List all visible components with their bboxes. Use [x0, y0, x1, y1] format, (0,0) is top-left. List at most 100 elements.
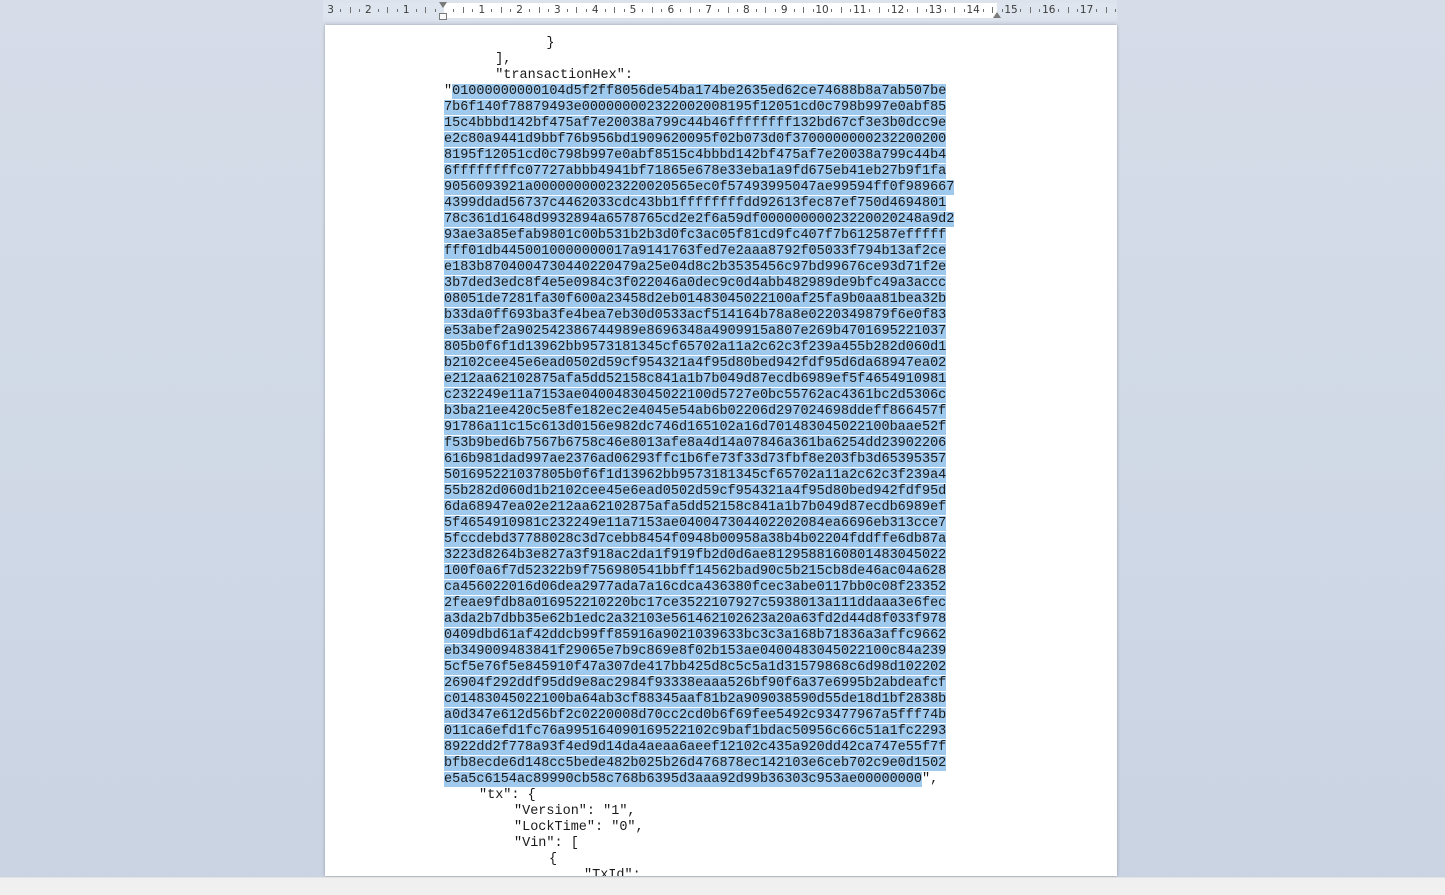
selected-hex-text[interactable]: 26904f292ddf95dd9e8ac2984f93338eaaa526bf…	[444, 676, 947, 691]
selected-hex-text[interactable]: 78c361d1648d9932894a6578765cd2e2f6a59df0…	[444, 212, 955, 227]
ruler-tick	[917, 7, 918, 13]
json-line-text: ],	[479, 52, 512, 67]
ruler-number: 14	[966, 4, 980, 16]
json-line: {	[444, 852, 954, 868]
document-page[interactable]: } ], "transactionHex": "01000000000104d5f…	[325, 25, 1117, 876]
selected-hex-text[interactable]: 3b7ded3edc8f4e5e0984c3f022046a0dec9c0d4a…	[444, 276, 947, 291]
ruler-tick	[416, 9, 417, 12]
ruler-tick	[1020, 9, 1021, 12]
selected-hex-text[interactable]: 011ca6efd1fc76a995164090169522102c9baf1b…	[444, 724, 947, 739]
json-line: "tx": {	[444, 788, 954, 804]
selected-hex-text[interactable]: a0d347e612d56bf2c0220008d70cc2cd0b6f69fe…	[444, 708, 947, 723]
ruler-number: 1	[478, 4, 486, 16]
transaction-hex-line: 9056093921a00000000023220020565ec0f57493…	[444, 180, 955, 196]
selected-hex-text[interactable]: 5f4654910981c232249e11a7153ae04004730440…	[444, 516, 947, 531]
selected-hex-text[interactable]: b2102cee45e6ead0502d59cf954321a4f95d80be…	[444, 356, 947, 371]
selected-hex-text[interactable]: 91786a11c15c613d0156e982dc746d165102a16d…	[444, 420, 947, 435]
selected-hex-text[interactable]: 9056093921a00000000023220020565ec0f57493…	[444, 180, 955, 195]
selected-hex-text[interactable]: e2c80a9441d9bbf76b956bd1909620095f02b073…	[444, 132, 947, 147]
ruler-tick	[983, 9, 984, 12]
selected-hex-text[interactable]: c232249e11a7153ae0400483045022100d5727e0…	[444, 388, 947, 403]
transaction-hex-line: 805b0f6f1d13962bb9573181345cf65702a11a2c…	[444, 340, 954, 356]
horizontal-ruler[interactable]: 3 2 1 1 2 3 4 5 6 7 8 9 10 11 12 13 14 15 16 17	[323, 0, 1117, 21]
selected-hex-text[interactable]: 2feae9fdb8a016952210220bc17ce3522107927c…	[444, 596, 947, 611]
selected-hex-text[interactable]: b33da0ff693ba3fe4bea7eb30d0533acf514164b…	[444, 308, 947, 323]
selected-hex-text[interactable]: 3223d8264b3e827a3f918ac2da1f919fb2d0d6ae…	[444, 548, 947, 563]
ruler-tick	[690, 7, 691, 13]
selected-hex-text[interactable]: 15c4bbbd142bf475af7e20038a799c44b46fffff…	[444, 116, 947, 131]
selected-hex-text[interactable]: 8195f12051cd0c798b997e0abf8515c4bbbd142b…	[444, 148, 947, 163]
first-line-indent-marker[interactable]	[439, 2, 447, 8]
selected-hex-text[interactable]: 616b981dad997ae2376ad06293ffc1b6fe73f33d…	[444, 452, 947, 467]
transaction-hex-line: 100f0a6f7d52322b9f756980541bbff14562bad9…	[444, 564, 954, 580]
status-bar	[0, 877, 1445, 895]
selected-hex-text[interactable]: 5cf5e76f5e845910f47a307de417bb425d8c5c5a…	[444, 660, 947, 675]
transaction-hex-line: 2feae9fdb8a016952210220bc17ce3522107927c…	[444, 596, 954, 612]
ruler-tick	[831, 9, 832, 12]
ruler-tick	[397, 9, 398, 12]
selected-hex-text[interactable]: a3da2b7dbb35e62b1edc2a32103e561462102623…	[444, 612, 947, 627]
right-indent-marker[interactable]	[993, 12, 1001, 18]
ruler-number: 2	[516, 4, 523, 16]
selected-hex-text[interactable]: e183b8704004730440220479a25e04d8c2b35354…	[444, 260, 947, 275]
ruler-number: 13	[928, 4, 943, 16]
ruler-tick	[1002, 9, 1003, 12]
selected-hex-text[interactable]: e5a5c6154ac89990cb58c768b6395d3aaa92d99b…	[444, 772, 922, 787]
ruler-tick	[1115, 9, 1116, 12]
transaction-hex-line: 3223d8264b3e827a3f918ac2da1f919fb2d0d6ae…	[444, 548, 954, 564]
selected-hex-text[interactable]: 8922dd2f778a93f4ed9d14da4aeaa6aeef12102c…	[444, 740, 947, 755]
ruler-tick	[765, 7, 766, 13]
ruler-tick	[718, 9, 719, 12]
ruler-number: 8	[743, 4, 750, 16]
ruler-tick	[435, 9, 436, 12]
ruler-tick	[813, 9, 814, 12]
selected-hex-text[interactable]: b3ba21ee420c5e8fe182ec2e4045e54ab6b02206…	[444, 404, 947, 419]
ruler-number: 7	[705, 4, 712, 16]
selected-hex-text[interactable]: 5fccdebd37788028c3d7cebb8454f0948b00958a…	[444, 532, 947, 547]
transaction-hex-line: 15c4bbbd142bf475af7e20038a799c44b46fffff…	[444, 116, 954, 132]
selected-hex-text[interactable]: 7b6f140f78879493e000000002322002008195f1…	[444, 100, 947, 115]
selected-hex-text[interactable]: 0409dbd61af42ddcb99ff85916a9021039633bc3…	[444, 628, 947, 643]
transaction-hex-line: 501695221037805b0f6f1d13962bb9573181345c…	[444, 468, 954, 484]
selected-hex-text[interactable]: eb349009483841f29065e7b9c869e8f02b153ae0…	[444, 644, 947, 659]
selected-hex-text[interactable]: 501695221037805b0f6f1d13962bb9573181345c…	[444, 468, 947, 483]
json-line-text: "Vin": [	[514, 836, 579, 851]
ruler-tick	[756, 9, 757, 12]
selected-hex-text[interactable]: 805b0f6f1d13962bb9573181345cf65702a11a2c…	[444, 340, 947, 355]
ruler-number: 6	[667, 4, 675, 16]
selected-hex-text[interactable]: 55b282d060d1b2102cee45e6ead0502d59cf9543…	[444, 484, 947, 499]
transaction-hex-line: 08051de7281fa30f600a23458d2eb01483045022…	[444, 292, 954, 308]
selected-hex-text[interactable]: 6da68947ea02e212aa62102875afa5dd52158c84…	[444, 500, 947, 515]
selected-hex-text[interactable]: 01000000000104d5f2ff8056de54ba174be2635e…	[452, 84, 947, 99]
selected-hex-text[interactable]: e53abef2a902542386744989e8696348a4909915…	[444, 324, 947, 339]
selected-hex-text[interactable]: bfb8ecde6d148cc5bede482b025b26d476878ec1…	[444, 756, 947, 771]
selected-hex-text[interactable]: ca456022016d06dea2977ada7a16cdca436380fc…	[444, 580, 947, 595]
transaction-hex-line: 5f4654910981c232249e11a7153ae04004730440…	[444, 516, 954, 532]
transaction-hex-line: 0409dbd61af42ddcb99ff85916a9021039633bc3…	[444, 628, 954, 644]
selected-hex-text[interactable]: 4399ddad56737c4462033cdc43bb1ffffffffdd9…	[444, 196, 947, 211]
transaction-hex-line: e183b8704004730440220479a25e04d8c2b35354…	[444, 260, 954, 276]
transaction-hex-line: 93ae3a85efab9801c00b531b2b3d0fc3ac05f81c…	[444, 228, 954, 244]
selected-hex-text[interactable]: f53b9bed6b7567b6758c46e8013afe8a4d14a078…	[444, 436, 947, 451]
ruler-tick	[642, 9, 643, 12]
json-line: }	[444, 36, 954, 52]
ruler-tick	[378, 9, 379, 12]
ruler-tick	[699, 9, 700, 12]
json-line-text: }	[514, 36, 555, 51]
left-indent-marker[interactable]	[439, 13, 447, 20]
ruler-tick	[775, 9, 776, 12]
selected-hex-text[interactable]: 08051de7281fa30f600a23458d2eb01483045022…	[444, 292, 947, 307]
ruler-tick	[1077, 9, 1078, 12]
selected-hex-text[interactable]: 6ffffffffc07727abbb4941bf71865e678e33eba…	[444, 164, 947, 179]
ruler-tick	[548, 9, 549, 12]
selected-hex-text[interactable]: 93ae3a85efab9801c00b531b2b3d0fc3ac05f81c…	[444, 228, 947, 243]
ruler-tick	[964, 9, 965, 12]
selected-hex-text[interactable]: c01483045022100ba64ab3cf88345aaf81b2a909…	[444, 692, 947, 707]
selected-hex-text[interactable]: e212aa62102875afa5dd52158c841a1b7b049d87…	[444, 372, 947, 387]
transaction-hex-line: 7b6f140f78879493e000000002322002008195f1…	[444, 100, 954, 116]
ruler-tick	[1039, 9, 1040, 12]
selected-hex-text[interactable]: fff01db4450010000000017a9141763fed7e2aaa…	[444, 244, 947, 259]
ruler-tick	[425, 7, 426, 13]
document-text[interactable]: } ], "transactionHex": "01000000000104d5f…	[444, 36, 955, 876]
selected-hex-text[interactable]: 100f0a6f7d52322b9f756980541bbff14562bad9…	[444, 564, 947, 579]
